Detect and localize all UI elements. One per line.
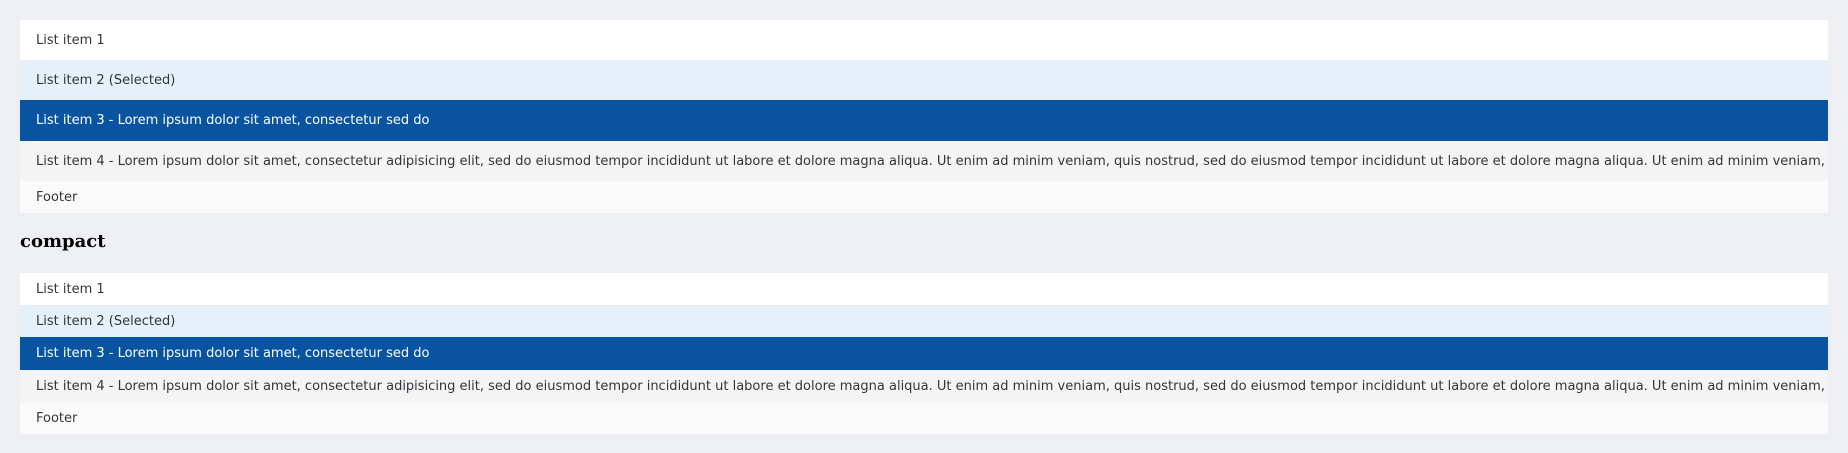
list-item[interactable]: List item 4 - Lorem ipsum dolor sit amet… — [20, 141, 1828, 181]
list-item-selected[interactable]: List item 2 (Selected) — [20, 60, 1828, 100]
list-item[interactable]: List item 1 — [20, 273, 1828, 305]
section-heading-compact: compact — [20, 231, 106, 252]
list-footer: Footer — [20, 402, 1828, 434]
list-item[interactable]: List item 4 - Lorem ipsum dolor sit amet… — [20, 370, 1828, 402]
list-cozy: List item 1 List item 2 (Selected) List … — [20, 20, 1828, 213]
list-item-selected[interactable]: List item 2 (Selected) — [20, 305, 1828, 337]
list-compact: List item 1 List item 2 (Selected) List … — [20, 273, 1828, 434]
list-item-active[interactable]: List item 3 - Lorem ipsum dolor sit amet… — [20, 337, 1828, 370]
list-item-active[interactable]: List item 3 - Lorem ipsum dolor sit amet… — [20, 100, 1828, 141]
list-footer: Footer — [20, 181, 1828, 213]
list-item[interactable]: List item 1 — [20, 20, 1828, 60]
